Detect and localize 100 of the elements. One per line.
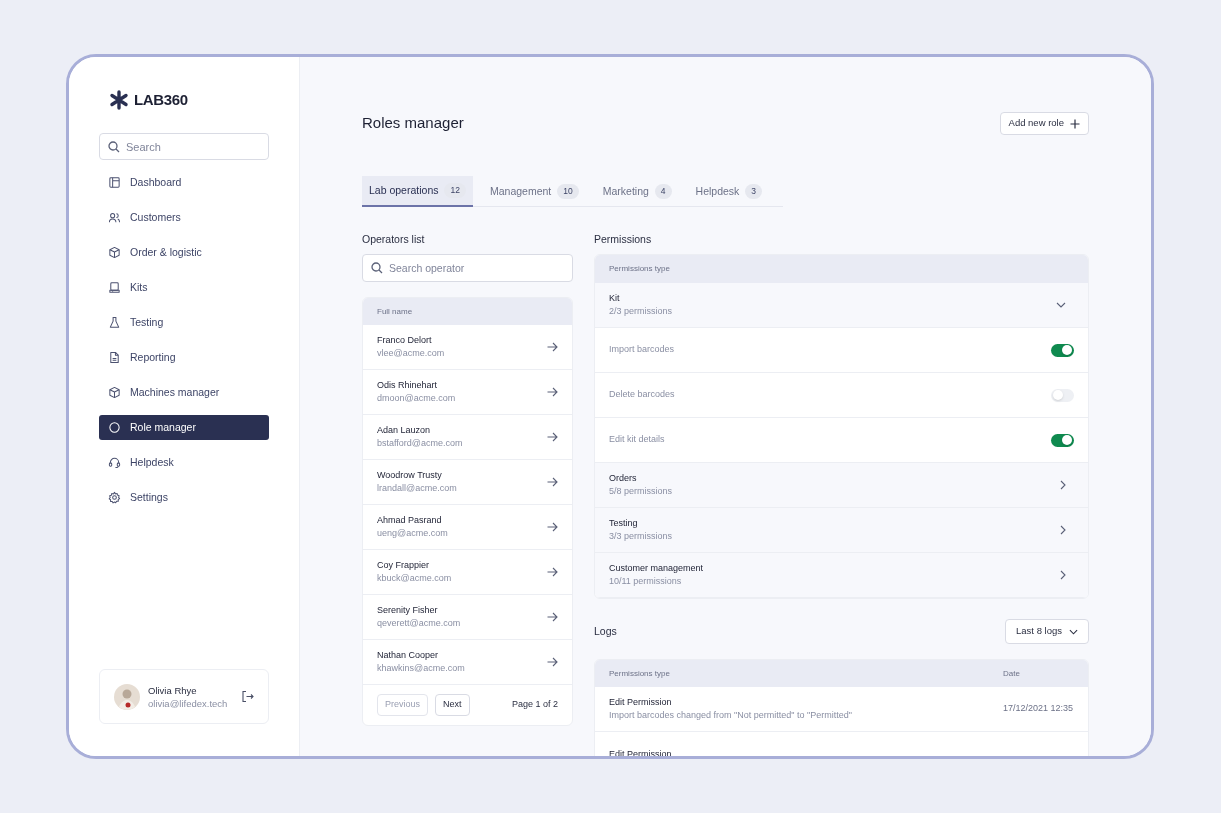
arrow-right-icon [547, 522, 558, 532]
column-header: Permissions type [609, 263, 670, 275]
log-date: 17/12/2021 12:35 [1003, 702, 1074, 716]
operator-name: Adan Lauzon [377, 424, 432, 437]
document-icon [108, 351, 121, 364]
page-indicator: Page 1 of 2 [511, 698, 558, 712]
operator-row[interactable]: Serenity Fisher qeverett@acme.com [363, 595, 572, 640]
tray-icon [108, 281, 121, 294]
flask-icon [108, 316, 121, 329]
operator-name: Woodrow Trusty [377, 469, 443, 482]
log-title: Edit Permission [609, 747, 673, 756]
headset-icon [108, 456, 121, 469]
nav-item[interactable]: Machines manager [99, 380, 269, 405]
search-field[interactable]: Search [99, 133, 269, 160]
operator-search-field[interactable]: Search operator [362, 254, 573, 282]
operator-name: Ahmad Pasrand [377, 514, 443, 527]
box-icon [108, 386, 121, 399]
permission-label: Delete barcodes [609, 388, 676, 402]
tab[interactable]: Helpdesk 3 [688, 176, 770, 207]
operator-email: khawkins@acme.com [377, 662, 466, 675]
nav-item[interactable]: Testing [99, 310, 269, 335]
operator-row[interactable]: Franco Delort vlee@acme.com [363, 325, 572, 370]
nav-item[interactable]: Settings [99, 485, 269, 510]
nav-item[interactable]: Customers [99, 205, 269, 230]
arrow-right-icon [547, 657, 558, 667]
permission-group-name: Orders [609, 472, 638, 485]
avatar [114, 683, 140, 710]
permission-count: 2/3 permissions [609, 305, 674, 318]
permission-group-row[interactable]: Orders 5/8 permissions [595, 463, 1088, 508]
permission-label: Import barcodes [609, 343, 676, 357]
column-header: Permissions type [609, 667, 671, 680]
operator-name: Nathan Cooper [377, 649, 440, 662]
operator-email: kbuck@acme.com [377, 572, 453, 585]
operator-email: bstafford@acme.com [377, 437, 464, 450]
logs-filter-dropdown[interactable]: Last 8 logs [1005, 619, 1089, 644]
nav-item[interactable]: Helpdesk [99, 450, 269, 475]
nav-item[interactable]: Reporting [99, 345, 269, 370]
column-header: Full name [377, 305, 413, 318]
count-badge: 10 [557, 184, 579, 199]
operator-row[interactable]: Nathan Cooper khawkins@acme.com [363, 640, 572, 685]
arrow-right-icon [547, 432, 558, 442]
next-button[interactable]: Next [435, 694, 470, 716]
tab[interactable]: Lab operations 12 [362, 176, 473, 207]
permission-group-row[interactable]: Kit 2/3 permissions [595, 283, 1088, 328]
operator-email: vlee@acme.com [377, 347, 446, 360]
permission-group-row[interactable]: Testing 3/3 permissions [595, 508, 1088, 553]
operator-row[interactable]: Adan Lauzon bstafford@acme.com [363, 415, 572, 460]
log-title: Edit Permission [609, 696, 673, 709]
search-icon [371, 262, 383, 274]
permission-group-row[interactable]: Customer management 10/11 permissions [595, 553, 1088, 598]
box-icon [108, 246, 121, 259]
operator-email: ueng@acme.com [377, 527, 449, 540]
layout-icon [108, 176, 121, 189]
user-name: Olivia Rhye [148, 683, 198, 697]
nav-item[interactable]: Order & logistic [99, 240, 269, 265]
permission-label: Edit kit details [609, 433, 666, 447]
nav-item[interactable]: Kits [99, 275, 269, 300]
nav-item[interactable]: Role manager [99, 415, 269, 440]
operator-row[interactable]: Woodrow Trusty lrandall@acme.com [363, 460, 572, 505]
section-title: Logs [594, 623, 617, 639]
toggle-switch[interactable] [1051, 343, 1074, 357]
permission-count: 10/11 permissions [609, 575, 683, 588]
gear-icon [108, 491, 121, 504]
logout-icon[interactable] [241, 690, 254, 703]
count-badge: 12 [444, 183, 466, 198]
arrow-right-icon [547, 612, 558, 622]
section-title: Operators list [362, 232, 426, 246]
tab[interactable]: Marketing 4 [595, 176, 679, 207]
tab[interactable]: Management 10 [482, 176, 586, 207]
arrow-right-icon [547, 477, 558, 487]
chevron-right-icon [1060, 525, 1066, 535]
operator-row[interactable]: Coy Frappier kbuck@acme.com [363, 550, 572, 595]
plus-icon [1070, 118, 1080, 129]
nav-item[interactable]: Dashboard [99, 170, 269, 195]
toggle-switch[interactable] [1051, 388, 1074, 402]
search-icon [108, 141, 120, 153]
operator-name: Serenity Fisher [377, 604, 439, 617]
toggle-switch[interactable] [1051, 433, 1074, 447]
operator-name: Coy Frappier [377, 559, 431, 572]
operator-name: Franco Delort [377, 334, 433, 347]
operator-email: dmoon@acme.com [377, 392, 457, 405]
operator-email: qeverett@acme.com [377, 617, 462, 630]
user-email: olivia@lifedex.tech [148, 696, 229, 710]
circle-icon [108, 421, 121, 434]
permission-group-name: Kit [609, 292, 621, 305]
permission-group-name: Customer management [609, 562, 705, 575]
operator-row[interactable]: Odis Rhinehart dmoon@acme.com [363, 370, 572, 415]
arrow-right-icon [547, 567, 558, 577]
users-icon [108, 211, 121, 224]
count-badge: 4 [654, 184, 672, 199]
add-role-button[interactable]: Add new role [999, 112, 1089, 135]
logo-icon [109, 90, 129, 110]
chevron-right-icon [1060, 570, 1066, 580]
operator-email: lrandall@acme.com [377, 482, 458, 495]
permission-count: 5/8 permissions [609, 485, 674, 498]
permission-count: 3/3 permissions [609, 530, 674, 543]
operator-name: Odis Rhinehart [377, 379, 439, 392]
operator-row[interactable]: Ahmad Pasrand ueng@acme.com [363, 505, 572, 550]
arrow-right-icon [547, 342, 558, 352]
chevron-down-icon [1069, 628, 1078, 635]
